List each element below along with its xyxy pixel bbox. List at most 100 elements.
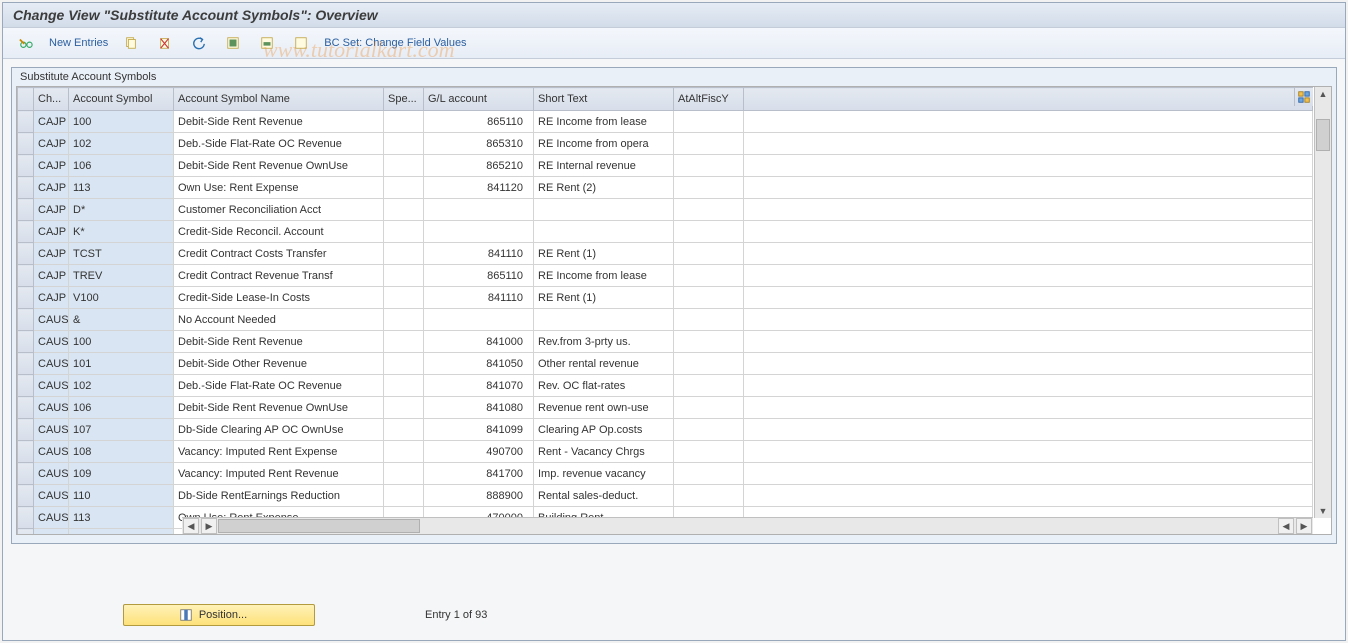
table-row[interactable]: CAJPK*Credit-Side Reconcil. Account <box>18 221 1313 243</box>
cell-account-symbol[interactable]: 107 <box>69 419 174 441</box>
cell-account-symbol[interactable]: 102 <box>69 375 174 397</box>
cell-ch[interactable]: CAJP <box>34 177 69 199</box>
row-selector[interactable] <box>18 265 34 287</box>
col-account-symbol[interactable]: Account Symbol <box>69 88 174 111</box>
cell-ch[interactable]: CAUS <box>34 463 69 485</box>
row-selector[interactable] <box>18 463 34 485</box>
cell-ch[interactable]: CAJP <box>34 111 69 133</box>
horizontal-scrollbar[interactable]: ◀ ▶ ◀ ▶ <box>182 517 1313 534</box>
cell-spe[interactable] <box>384 111 424 133</box>
cell-short-text[interactable]: RE Rent (2) <box>534 177 674 199</box>
scroll-left-end-icon[interactable]: ◀ <box>1278 518 1294 534</box>
cell-account-symbol-name[interactable]: Debit-Side Rent Revenue <box>174 331 384 353</box>
row-selector[interactable] <box>18 331 34 353</box>
cell-account-symbol[interactable]: K* <box>69 221 174 243</box>
col-at-alt-fiscy[interactable]: AtAltFiscY <box>674 88 744 111</box>
cell-gl-account[interactable]: 841000 <box>424 331 534 353</box>
delete-button[interactable] <box>150 32 180 54</box>
cell-spe[interactable] <box>384 463 424 485</box>
cell-account-symbol-name[interactable]: Credit-Side Reconcil. Account <box>174 221 384 243</box>
cell-at-alt-fiscy[interactable] <box>674 375 744 397</box>
copy-as-button[interactable] <box>116 32 146 54</box>
row-selector[interactable] <box>18 419 34 441</box>
cell-gl-account[interactable]: 490700 <box>424 441 534 463</box>
data-table[interactable]: Ch... Account Symbol Account Symbol Name… <box>17 87 1313 535</box>
cell-short-text[interactable] <box>534 221 674 243</box>
cell-spe[interactable] <box>384 419 424 441</box>
cell-spe[interactable] <box>384 221 424 243</box>
table-row[interactable]: CAJPTCSTCredit Contract Costs Transfer84… <box>18 243 1313 265</box>
row-selector[interactable] <box>18 221 34 243</box>
scroll-up-icon[interactable]: ▲ <box>1316 87 1330 101</box>
cell-spe[interactable] <box>384 441 424 463</box>
cell-gl-account[interactable]: 841120 <box>424 177 534 199</box>
cell-short-text[interactable]: RE Income from lease <box>534 265 674 287</box>
cell-account-symbol-name[interactable]: Deb.-Side Flat-Rate OC Revenue <box>174 375 384 397</box>
cell-account-symbol[interactable]: 101 <box>69 353 174 375</box>
cell-account-symbol-name[interactable]: Vacancy: Imputed Rent Revenue <box>174 463 384 485</box>
deselect-all-button[interactable] <box>286 32 316 54</box>
cell-at-alt-fiscy[interactable] <box>674 265 744 287</box>
col-account-symbol-name[interactable]: Account Symbol Name <box>174 88 384 111</box>
col-spe[interactable]: Spe... <box>384 88 424 111</box>
cell-account-symbol[interactable]: 109 <box>69 463 174 485</box>
cell-short-text[interactable]: RE Income from lease <box>534 111 674 133</box>
cell-account-symbol[interactable]: 106 <box>69 397 174 419</box>
cell-ch[interactable]: CAUS <box>34 441 69 463</box>
table-row[interactable]: CAUS101Debit-Side Other Revenue841050Oth… <box>18 353 1313 375</box>
cell-account-symbol-name[interactable]: Own Use: Rent Expense <box>174 177 384 199</box>
cell-spe[interactable] <box>384 309 424 331</box>
select-all-button[interactable] <box>218 32 248 54</box>
cell-spe[interactable] <box>384 375 424 397</box>
cell-account-symbol[interactable]: TREV <box>69 265 174 287</box>
cell-at-alt-fiscy[interactable] <box>674 177 744 199</box>
cell-spe[interactable] <box>384 177 424 199</box>
col-short-text[interactable]: Short Text <box>534 88 674 111</box>
row-selector[interactable] <box>18 133 34 155</box>
cell-gl-account[interactable]: 865110 <box>424 111 534 133</box>
cell-account-symbol-name[interactable]: Customer Reconciliation Acct <box>174 199 384 221</box>
cell-account-symbol-name[interactable]: Credit Contract Revenue Transf <box>174 265 384 287</box>
cell-at-alt-fiscy[interactable] <box>674 397 744 419</box>
cell-short-text[interactable]: Rev.from 3-prty us. <box>534 331 674 353</box>
cell-spe[interactable] <box>384 353 424 375</box>
cell-at-alt-fiscy[interactable] <box>674 155 744 177</box>
cell-ch[interactable]: CAJP <box>34 199 69 221</box>
table-row[interactable]: CAJP106Debit-Side Rent Revenue OwnUse865… <box>18 155 1313 177</box>
cell-spe[interactable] <box>384 287 424 309</box>
cell-account-symbol-name[interactable]: Debit-Side Other Revenue <box>174 353 384 375</box>
table-row[interactable]: CAJPTREVCredit Contract Revenue Transf86… <box>18 265 1313 287</box>
cell-account-symbol-name[interactable]: Deb.-Side Flat-Rate OC Revenue <box>174 133 384 155</box>
cell-spe[interactable] <box>384 155 424 177</box>
cell-account-symbol-name[interactable]: Debit-Side Rent Revenue <box>174 111 384 133</box>
scroll-down-icon[interactable]: ▼ <box>1316 504 1330 518</box>
row-selector[interactable] <box>18 353 34 375</box>
cell-at-alt-fiscy[interactable] <box>674 111 744 133</box>
row-selector[interactable] <box>18 111 34 133</box>
cell-account-symbol[interactable]: 113 <box>69 507 174 529</box>
cell-account-symbol-name[interactable]: Debit-Side Rent Revenue OwnUse <box>174 397 384 419</box>
cell-account-symbol[interactable]: 102 <box>69 133 174 155</box>
cell-account-symbol[interactable]: 100 <box>69 331 174 353</box>
cell-short-text[interactable]: Rev. OC flat-rates <box>534 375 674 397</box>
cell-gl-account[interactable]: 841700 <box>424 463 534 485</box>
cell-gl-account[interactable]: 841110 <box>424 287 534 309</box>
cell-ch[interactable]: CAUS <box>34 397 69 419</box>
cell-gl-account[interactable]: 865110 <box>424 265 534 287</box>
position-button[interactable]: Position... <box>123 604 315 626</box>
table-row[interactable]: CAUS&No Account Needed <box>18 309 1313 331</box>
cell-gl-account[interactable]: 841110 <box>424 243 534 265</box>
cell-at-alt-fiscy[interactable] <box>674 221 744 243</box>
table-row[interactable]: CAUS107Db-Side Clearing AP OC OwnUse8410… <box>18 419 1313 441</box>
cell-ch[interactable]: CAUS <box>34 309 69 331</box>
row-selector[interactable] <box>18 287 34 309</box>
row-selector[interactable] <box>18 507 34 529</box>
cell-short-text[interactable]: RE Income from opera <box>534 133 674 155</box>
cell-at-alt-fiscy[interactable] <box>674 199 744 221</box>
cell-short-text[interactable]: Clearing AP Op.costs <box>534 419 674 441</box>
cell-account-symbol[interactable]: & <box>69 309 174 331</box>
cell-gl-account[interactable]: 865210 <box>424 155 534 177</box>
cell-gl-account[interactable]: 841099 <box>424 419 534 441</box>
cell-ch[interactable]: CAJP <box>34 287 69 309</box>
cell-gl-account[interactable] <box>424 199 534 221</box>
